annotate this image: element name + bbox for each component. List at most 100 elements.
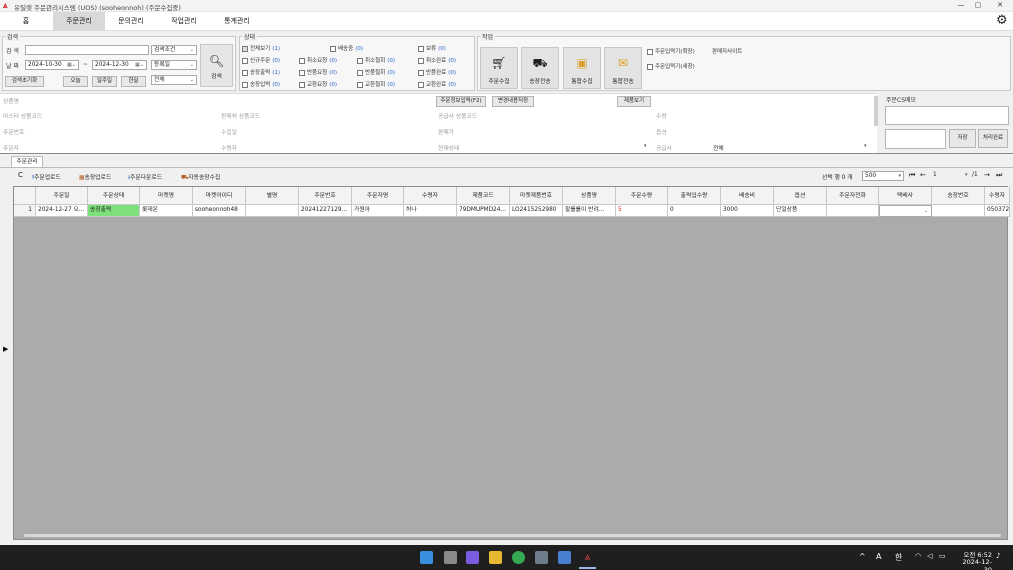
- menu-job-management[interactable]: 작업관리: [158, 12, 210, 31]
- remote-desktop-icon[interactable]: [558, 551, 571, 564]
- today-button[interactable]: 오늘: [63, 76, 88, 87]
- grid-row-cell[interactable]: 050372: [985, 205, 1010, 217]
- integrated-collect-button[interactable]: ▣ 통합수집: [563, 47, 601, 89]
- grid-row-cell[interactable]: [246, 205, 299, 217]
- status-checkbox-2[interactable]: 보류 (0): [418, 44, 446, 52]
- month-button[interactable]: 한달: [121, 76, 146, 87]
- grid-header-cell[interactable]: 주문자전화: [827, 187, 879, 205]
- grid-row-cell[interactable]: 단일상품: [774, 205, 827, 217]
- menu-home[interactable]: 홈: [4, 12, 48, 31]
- grid-header-cell[interactable]: 주문자명: [352, 187, 404, 205]
- status-checkbox-13[interactable]: 교환철회 (0): [357, 80, 395, 88]
- grid-header-cell[interactable]: 제품코드: [457, 187, 510, 205]
- grid-row-cell[interactable]: 5: [616, 205, 668, 217]
- grid-row-cell[interactable]: 79DMUPMD24...: [457, 205, 510, 217]
- order-input-extended-checkbox[interactable]: 주문입력기(확장): [647, 47, 695, 55]
- panel-expand-arrow-icon[interactable]: ▶: [3, 345, 8, 353]
- grid-row-cell[interactable]: [932, 205, 985, 217]
- grid-header-cell[interactable]: 주문수량: [616, 187, 668, 205]
- status-dropdown-arrow[interactable]: ▾: [644, 143, 647, 149]
- seller-site-link[interactable]: 판매자사이트: [712, 47, 742, 55]
- battery-icon[interactable]: ▭: [939, 552, 946, 560]
- minimize-button[interactable]: —: [955, 1, 967, 11]
- grid-header-cell[interactable]: 출력입수량: [668, 187, 721, 205]
- tab-order-management[interactable]: 주문관리: [11, 156, 43, 167]
- tray-chevron-icon[interactable]: ^: [859, 552, 866, 561]
- grid-header-cell[interactable]: 별명: [246, 187, 299, 205]
- grid-header-cell[interactable]: 상품명: [563, 187, 616, 205]
- grid-row-cell[interactable]: sooheonnoh48: [193, 205, 246, 217]
- grid-row-cell[interactable]: 롯데온: [140, 205, 193, 217]
- grid-row-cell[interactable]: ⌄: [879, 205, 932, 217]
- page-size-select[interactable]: 500 ▾: [862, 171, 904, 181]
- date-type-select[interactable]: 등록일 ⌄: [151, 60, 197, 70]
- copilot-icon[interactable]: [466, 551, 479, 564]
- menu-order-management[interactable]: 주문관리: [53, 12, 105, 31]
- prev-page-icon[interactable]: ←: [920, 171, 926, 179]
- search-reset-button[interactable]: 검색초기화: [5, 76, 44, 87]
- network-icon[interactable]: ◠: [915, 552, 921, 560]
- status-checkbox-6[interactable]: 취소완료 (0): [418, 56, 456, 64]
- grid-header-cell[interactable]: 주문상태: [88, 187, 140, 205]
- status-checkbox-4[interactable]: 취소요청 (0): [299, 56, 337, 64]
- status-checkbox-3[interactable]: 신규주문 (0): [242, 56, 280, 64]
- auto-invoice-button[interactable]: ⛟자동송장수집: [181, 172, 220, 182]
- uos-app-icon[interactable]: ⩓: [581, 551, 594, 564]
- order-upload-button[interactable]: ⭱주문업로드: [32, 172, 61, 183]
- courier-dropdown-arrow[interactable]: ⌄: [924, 206, 928, 216]
- order-input-new-window-checkbox[interactable]: 주문입력기(새창): [647, 62, 695, 70]
- calculator-icon[interactable]: [535, 551, 548, 564]
- refresh-icon[interactable]: C: [18, 171, 23, 179]
- grid-header-cell[interactable]: 배송비: [721, 187, 774, 205]
- start-icon[interactable]: [420, 551, 433, 564]
- supplier-value[interactable]: 전체: [713, 143, 724, 152]
- week-button[interactable]: 일주일: [92, 76, 117, 87]
- grid-row-cell[interactable]: [827, 205, 879, 217]
- grid-row-cell[interactable]: 1: [14, 205, 36, 217]
- status-checkbox-10[interactable]: 반품완료 (0): [418, 68, 456, 76]
- taskbar-date[interactable]: 2024-12-30: [956, 558, 992, 570]
- page-current[interactable]: 1: [933, 172, 937, 178]
- status-checkbox-7[interactable]: 송장출력 (1): [242, 68, 280, 76]
- invoice-send-button[interactable]: ⛟ 송장전송: [521, 47, 559, 89]
- order-info-input-button[interactable]: 주문정보입력(F2): [436, 96, 486, 107]
- integrated-send-button[interactable]: ✉ 통합전송: [604, 47, 642, 89]
- file-explorer-icon[interactable]: [489, 551, 502, 564]
- gear-icon[interactable]: ⚙: [996, 13, 1008, 29]
- memo-save-button[interactable]: 저장: [949, 129, 976, 148]
- invoice-upload-button[interactable]: ▦송장업로드: [79, 172, 111, 181]
- grid-row-cell[interactable]: 2024-12-27 오...: [36, 205, 88, 217]
- grid-header-cell[interactable]: 송장번호: [932, 187, 985, 205]
- date-from-input[interactable]: 2024-10-30 ▦⌄: [25, 60, 79, 70]
- cs-memo-input[interactable]: [885, 129, 946, 149]
- supplier-dropdown-arrow[interactable]: ▾: [864, 143, 867, 149]
- first-page-icon[interactable]: ⏮: [909, 171, 915, 180]
- status-checkbox-5[interactable]: 취소철회 (0): [357, 56, 395, 64]
- status-checkbox-14[interactable]: 교환완료 (0): [418, 80, 456, 88]
- grid-header-cell[interactable]: 수령자: [404, 187, 457, 205]
- date-to-input[interactable]: 2024-12-30 ▦⌄: [92, 60, 147, 70]
- grid-horizontal-scrollbar[interactable]: [24, 534, 1001, 537]
- status-checkbox-12[interactable]: 교환요청 (0): [299, 80, 337, 88]
- grid-row-cell[interactable]: LO2415252980: [510, 205, 563, 217]
- grid-header-cell[interactable]: 수령자: [985, 187, 1010, 205]
- menu-statistics[interactable]: 통계관리: [211, 12, 263, 31]
- grid-header-cell[interactable]: 마켓아이디: [193, 187, 246, 205]
- order-collect-button[interactable]: 🛒︎ 주문수집: [480, 47, 518, 89]
- notification-bell-icon[interactable]: ♪: [996, 552, 1000, 560]
- grid-row-cell[interactable]: 할롤롤이 반려...: [563, 205, 616, 217]
- grid-header-cell[interactable]: 옵션: [774, 187, 827, 205]
- status-checkbox-11[interactable]: 송장입력 (0): [242, 80, 280, 88]
- last-page-icon[interactable]: ⏭: [996, 171, 1002, 180]
- maximize-button[interactable]: ▢: [972, 1, 984, 11]
- grid-row-cell[interactable]: 허나: [404, 205, 457, 217]
- grid-header-cell[interactable]: 주문일: [36, 187, 88, 205]
- cs-memo-textarea[interactable]: [885, 106, 1009, 125]
- process-complete-button[interactable]: 처리완료: [978, 129, 1008, 148]
- close-button[interactable]: ✕: [994, 1, 1006, 11]
- menu-inquiry-management[interactable]: 문의관리: [106, 12, 156, 31]
- ime-a-indicator[interactable]: A: [876, 552, 881, 561]
- status-checkbox-1[interactable]: 배송중 (0): [330, 44, 363, 52]
- grid-row-cell[interactable]: 20241227129...: [299, 205, 352, 217]
- grid-row-cell[interactable]: 가원아: [352, 205, 404, 217]
